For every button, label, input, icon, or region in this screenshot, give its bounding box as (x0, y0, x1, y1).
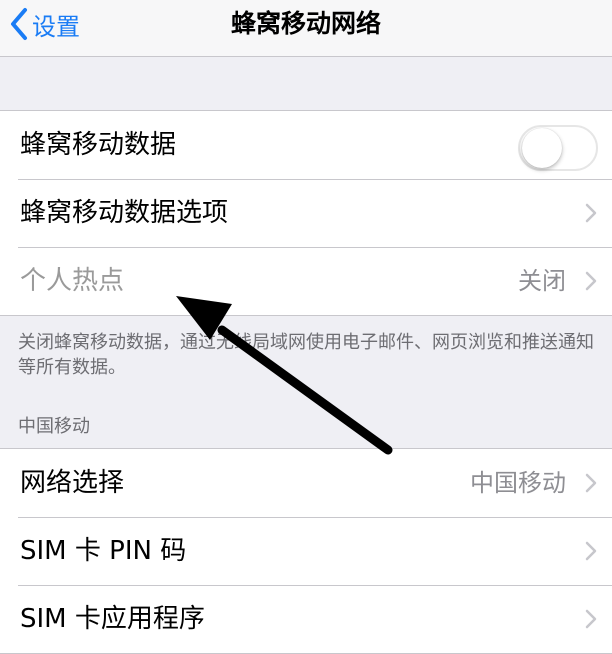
cellular-data-options-label: 蜂窝移动数据选项 (20, 198, 229, 228)
chevron-right-icon (585, 203, 597, 223)
network-selection-row[interactable]: 网络选择 中国移动 (0, 449, 612, 517)
chevron-right-icon (585, 609, 597, 629)
personal-hotspot-value: 关闭 (518, 267, 566, 295)
network-selection-label: 网络选择 (20, 468, 125, 498)
personal-hotspot-row[interactable]: 个人热点 关闭 (0, 247, 612, 315)
carrier-settings-group: 网络选择 中国移动 SIM 卡 PIN 码 SIM 卡应用程序 (0, 448, 612, 654)
chevron-right-icon (585, 473, 597, 493)
page-title: 蜂窝移动网络 (230, 9, 381, 38)
sim-applications-row[interactable]: SIM 卡应用程序 (0, 585, 612, 653)
cellular-data-toggle[interactable] (518, 125, 598, 171)
sim-pin-label: SIM 卡 PIN 码 (20, 536, 187, 566)
carrier-section-header: 中国移动 (18, 416, 90, 437)
cellular-data-row: 蜂窝移动数据 (0, 111, 612, 179)
cellular-data-footnote: 关闭蜂窝移动数据，通过无线局域网使用电子邮件、网页浏览和推送通知等所有数据。 (18, 332, 594, 378)
navigation-bar: 设置 蜂窝移动网络 (0, 0, 612, 57)
chevron-right-icon (585, 271, 597, 291)
sim-applications-label: SIM 卡应用程序 (20, 604, 205, 634)
toggle-knob (522, 128, 562, 168)
chevron-right-icon (585, 541, 597, 561)
cellular-data-label: 蜂窝移动数据 (20, 130, 177, 160)
sim-pin-row[interactable]: SIM 卡 PIN 码 (0, 517, 612, 585)
cellular-settings-group: 蜂窝移动数据 蜂窝移动数据选项 个人热点 关闭 (0, 110, 612, 316)
network-selection-value: 中国移动 (470, 469, 566, 497)
personal-hotspot-label: 个人热点 (20, 266, 125, 296)
cellular-data-options-row[interactable]: 蜂窝移动数据选项 (0, 179, 612, 247)
